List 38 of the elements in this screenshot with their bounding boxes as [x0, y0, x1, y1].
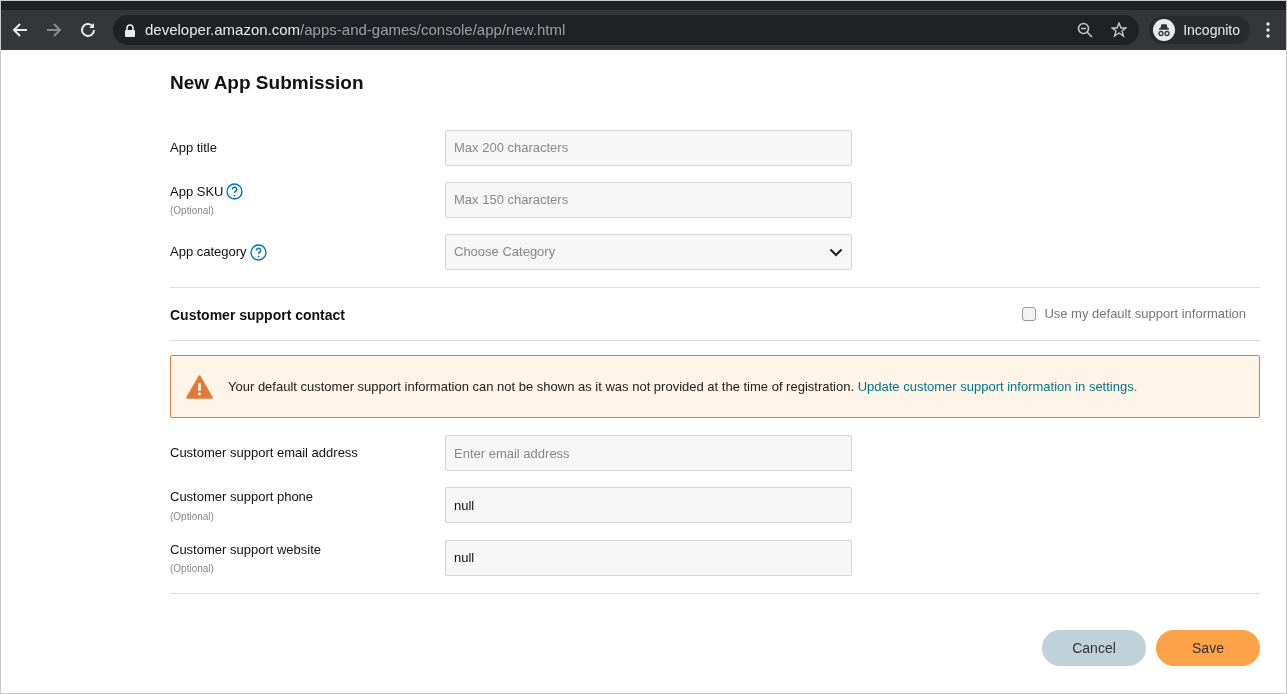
- input-field[interactable]: Enter email address: [445, 435, 852, 471]
- help-icon[interactable]: [249, 243, 267, 261]
- optional-note: (Optional): [170, 562, 215, 576]
- input-field[interactable]: Max 200 characters: [445, 129, 852, 166]
- page-title: New App Submission: [170, 71, 365, 95]
- help-icon[interactable]: [226, 182, 244, 200]
- settings-link[interactable]: Update customer support information in settings.: [857, 378, 1138, 394]
- field-label: Customer support email address: [170, 444, 358, 463]
- forward-icon[interactable]: [45, 21, 63, 39]
- field-label: App title: [170, 138, 217, 157]
- reload-icon[interactable]: [79, 21, 97, 39]
- input-field[interactable]: null: [445, 539, 852, 576]
- save-button[interactable]: Save: [1156, 630, 1260, 666]
- input-field[interactable]: null: [445, 487, 852, 524]
- address-bar[interactable]: developer.amazon.com/apps-and-games/console/app/new.html: [113, 15, 1140, 45]
- field-label: App category: [170, 243, 247, 262]
- lock-icon: [125, 23, 135, 37]
- url-text: developer.amazon.com/apps-and-games/console/app/new.html: [145, 19, 567, 40]
- zoom-out-icon[interactable]: [1077, 22, 1094, 38]
- menu-icon[interactable]: [1266, 22, 1270, 38]
- profile-chip[interactable]: Incognito: [1149, 16, 1250, 44]
- input-field[interactable]: Max 150 characters: [445, 181, 852, 218]
- profile-name: Incognito: [1183, 20, 1240, 40]
- checkbox[interactable]: [1022, 307, 1037, 321]
- cancel-button[interactable]: Cancel: [1042, 630, 1146, 666]
- warning-message: Your default customer support information can not be shown as it was not provided at the time of registration. Update customer support information in settings.: [228, 377, 1138, 396]
- checkbox-label: Use my default support information: [1044, 305, 1246, 324]
- field-label: Customer support website: [170, 540, 321, 559]
- star-icon[interactable]: [1111, 22, 1128, 38]
- section-heading: Customer support contact: [170, 305, 345, 325]
- warning-icon: [186, 374, 213, 399]
- incognito-icon: [1153, 19, 1176, 41]
- optional-note: (Optional): [170, 509, 215, 524]
- optional-note: (Optional): [170, 204, 215, 218]
- back-icon[interactable]: [11, 21, 29, 39]
- field-label: Customer support phone: [170, 488, 314, 506]
- field-label: App SKU: [170, 182, 224, 201]
- chevron-down-icon: [829, 247, 843, 257]
